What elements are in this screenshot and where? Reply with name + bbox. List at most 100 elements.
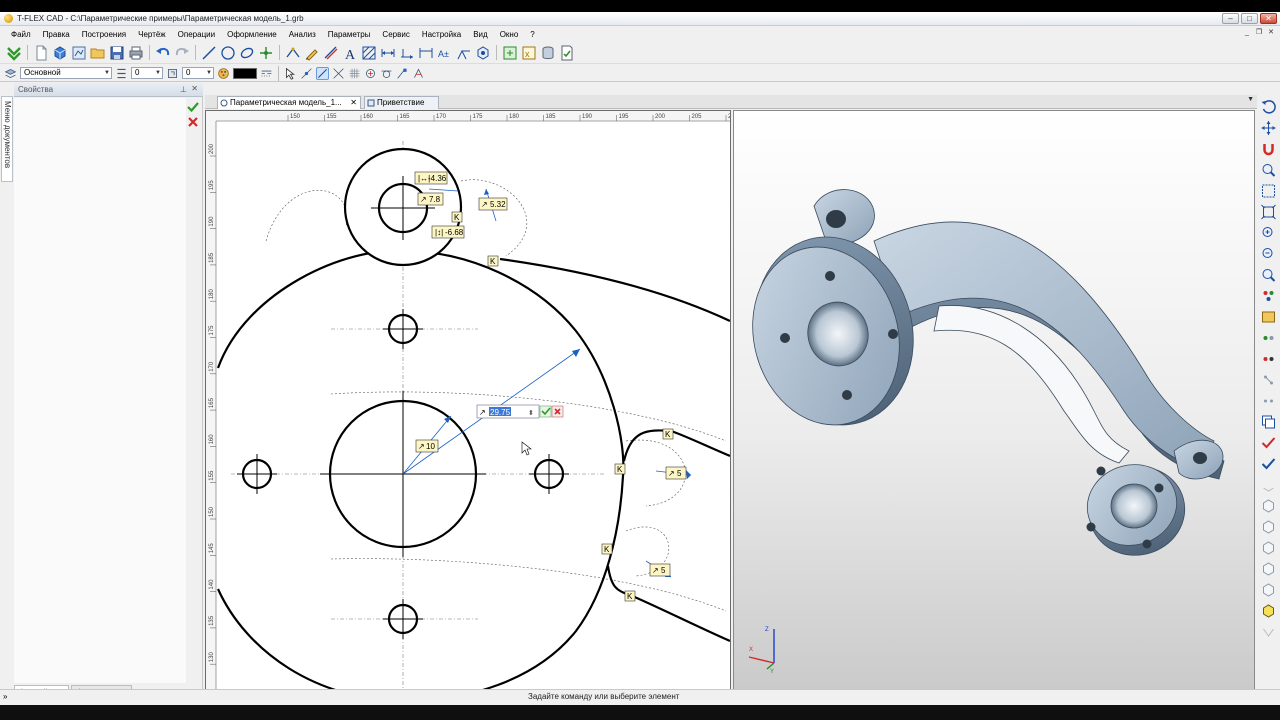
new-file-icon[interactable] xyxy=(33,45,49,61)
close-tab-icon[interactable]: ✕ xyxy=(350,97,357,109)
confirm-icon[interactable] xyxy=(6,45,22,61)
view-3d-icon[interactable] xyxy=(475,45,491,61)
cancel-dimension-icon[interactable] xyxy=(551,405,564,418)
part-3d[interactable] xyxy=(734,189,1225,566)
documents-menu-tab[interactable]: Меню документов xyxy=(1,96,13,182)
menu-view[interactable]: Вид xyxy=(467,30,493,39)
sketch-tool-icon[interactable] xyxy=(285,45,301,61)
mdi-close-button[interactable]: ✕ xyxy=(1266,28,1276,38)
priority-select[interactable]: 0 ▼ xyxy=(182,67,214,79)
layers-color-icon[interactable] xyxy=(1260,288,1277,304)
menu-design[interactable]: Оформление xyxy=(221,30,283,39)
dimension-label-h1[interactable]: |↔|-4.36 xyxy=(414,171,448,185)
close-button[interactable]: ✕ xyxy=(1260,13,1277,24)
new-3d-model-icon[interactable] xyxy=(52,45,68,61)
redo-icon[interactable] xyxy=(174,45,190,61)
pencil-icon[interactable] xyxy=(304,45,320,61)
open-drawing-icon[interactable] xyxy=(71,45,87,61)
menu-parameters[interactable]: Параметры xyxy=(322,30,377,39)
roughness-icon[interactable] xyxy=(456,45,472,61)
copy-view-icon[interactable] xyxy=(1260,414,1277,430)
material-icon[interactable] xyxy=(1260,309,1277,325)
mdi-minimize-button[interactable]: _ xyxy=(1242,28,1252,38)
fit-all-icon[interactable] xyxy=(1260,204,1277,220)
snap-end-icon[interactable] xyxy=(396,67,409,80)
menu-drawing[interactable]: Чертёж xyxy=(132,30,172,39)
mdi-restore-button[interactable]: ❐ xyxy=(1254,28,1264,38)
minimize-button[interactable]: – xyxy=(1222,13,1239,24)
view-custom-icon[interactable] xyxy=(1260,582,1277,598)
dimension-label-r5[interactable]: ↗ 5 xyxy=(649,563,671,577)
select-filter-icon[interactable] xyxy=(284,67,297,80)
snap-quadrant-icon[interactable] xyxy=(412,67,425,80)
snap-line-icon[interactable] xyxy=(316,66,329,80)
menu-operations[interactable]: Операции xyxy=(172,30,221,39)
snap-intersection-icon[interactable] xyxy=(332,67,345,80)
dimension-inline-editor[interactable]: ↗ 29.75 ⬍ xyxy=(476,404,564,419)
k-marker[interactable]: K xyxy=(451,211,463,223)
apply-check-icon[interactable] xyxy=(187,101,199,113)
hatch-tool-icon[interactable] xyxy=(361,45,377,61)
shading-icon[interactable] xyxy=(1260,477,1277,493)
render-mode-icon[interactable] xyxy=(1260,624,1277,640)
view-front-icon[interactable] xyxy=(1260,498,1277,514)
ellipse-tool-icon[interactable] xyxy=(239,45,255,61)
open-file-icon[interactable] xyxy=(90,45,106,61)
dimension-label-r3[interactable]: ↗ 10 xyxy=(415,439,439,453)
k-marker[interactable]: K xyxy=(614,463,626,475)
dimension-label-r1[interactable]: ↗ 7.8 xyxy=(417,192,444,206)
zoom-out-icon[interactable] xyxy=(1260,246,1277,262)
zoom-previous-icon[interactable] xyxy=(1260,267,1277,283)
node-tool-icon[interactable] xyxy=(258,45,274,61)
visibility-icon[interactable] xyxy=(1260,330,1277,346)
layer-select[interactable]: Основной ▼ xyxy=(20,67,112,79)
level-select[interactable]: 0 ▼ xyxy=(131,67,163,79)
edges-icon[interactable] xyxy=(1260,393,1277,409)
menu-help[interactable]: ? xyxy=(524,30,540,39)
tab-welcome[interactable]: Приветствие xyxy=(364,96,439,109)
snap-node-icon[interactable] xyxy=(300,67,313,80)
circle-tool-icon[interactable] xyxy=(220,45,236,61)
accept-dimension-icon[interactable] xyxy=(539,405,552,418)
color-swatch[interactable] xyxy=(233,67,257,79)
pan-icon[interactable] xyxy=(1260,120,1277,136)
save-icon[interactable] xyxy=(109,45,125,61)
database-icon[interactable] xyxy=(540,45,556,61)
menu-construct[interactable]: Построения xyxy=(76,30,132,39)
nodes-icon[interactable] xyxy=(1260,372,1277,388)
check-document-icon[interactable] xyxy=(559,45,575,61)
k-marker[interactable]: K xyxy=(601,543,613,555)
check-model-icon[interactable] xyxy=(1260,456,1277,472)
print-icon[interactable] xyxy=(128,45,144,61)
k-marker[interactable]: K xyxy=(662,428,674,440)
k-marker[interactable]: K xyxy=(624,590,636,602)
menu-window[interactable]: Окно xyxy=(494,30,525,39)
menu-file[interactable]: Файл xyxy=(5,30,37,39)
dimension-label-r2[interactable]: ↗ 5.32 xyxy=(478,197,508,211)
zoom-window-icon[interactable] xyxy=(1260,183,1277,199)
line-tool-icon[interactable] xyxy=(201,45,217,61)
zoom-in-icon[interactable] xyxy=(1260,225,1277,241)
menu-edit[interactable]: Правка xyxy=(37,30,76,39)
tabs-overflow-icon[interactable]: ▼ xyxy=(1247,96,1254,103)
view-left-icon[interactable] xyxy=(1260,540,1277,556)
arrow-dimension-icon[interactable] xyxy=(399,45,415,61)
text-dimension-icon[interactable]: A± xyxy=(437,45,453,61)
zoom-icon[interactable] xyxy=(1260,162,1277,178)
color-palette-icon[interactable] xyxy=(217,67,230,80)
snap-center-icon[interactable] xyxy=(364,67,377,80)
k-marker[interactable]: K xyxy=(487,255,499,267)
line-style-icon[interactable] xyxy=(260,67,273,80)
tab-parametric-model[interactable]: Параметрическая модель_1... ✕ xyxy=(217,96,361,109)
check-geometry-icon[interactable] xyxy=(1260,435,1277,451)
model-3d-view[interactable]: Z X Y xyxy=(733,110,1255,700)
magnet-icon[interactable] xyxy=(1260,141,1277,157)
menu-settings[interactable]: Настройка xyxy=(416,30,467,39)
variables-icon[interactable]: x xyxy=(521,45,537,61)
view-yellow-cube-icon[interactable] xyxy=(1260,603,1277,619)
pin-icon[interactable]: ⊥ xyxy=(180,85,187,94)
view-iso-icon[interactable] xyxy=(1260,561,1277,577)
menu-analysis[interactable]: Анализ xyxy=(283,30,322,39)
drawing-canvas[interactable]: 150155160165170175180185190195200205210 … xyxy=(206,111,730,699)
cancel-x-icon[interactable] xyxy=(187,116,199,128)
